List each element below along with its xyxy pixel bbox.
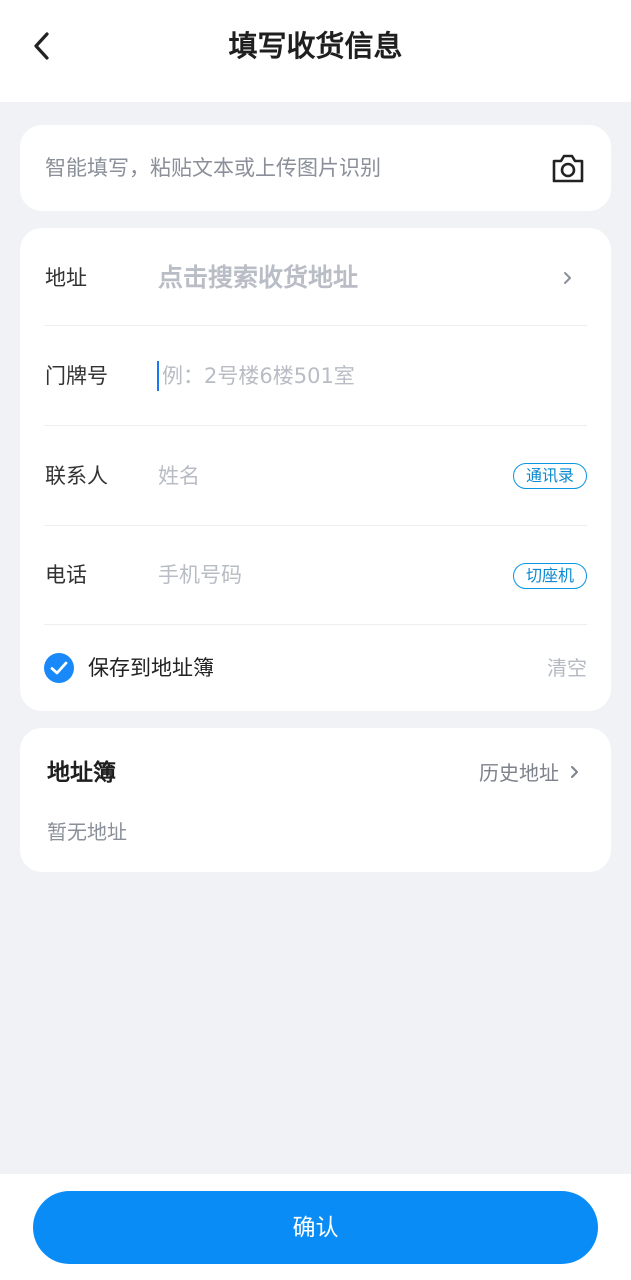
phone-label: 电话 xyxy=(45,563,87,587)
camera-icon[interactable] xyxy=(551,152,585,184)
page-title: 填写收货信息 xyxy=(228,29,403,63)
switch-landline-button[interactable]: 切座机 xyxy=(512,563,587,589)
contact-label: 联系人 xyxy=(45,464,108,488)
chevron-right-icon[interactable] xyxy=(561,266,575,290)
house-number-label: 门牌号 xyxy=(45,364,108,388)
contacts-button[interactable]: 通讯录 xyxy=(512,463,587,489)
confirm-button[interactable]: 确认 xyxy=(33,1191,598,1264)
address-book-title: 地址簿 xyxy=(47,760,116,786)
contact-name-input[interactable]: 姓名 xyxy=(158,426,200,526)
address-book-card: 地址簿 历史地址 暂无地址 xyxy=(20,728,611,872)
address-label: 地址 xyxy=(45,266,87,290)
save-checkbox-label[interactable]: 保存到地址簿 xyxy=(88,638,214,698)
checkmark-icon xyxy=(50,661,68,675)
chevron-right-icon xyxy=(571,766,578,778)
contact-row: 联系人 姓名 通讯录 xyxy=(44,426,587,526)
smart-fill-input[interactable]: 智能填写，粘贴文本或上传图片识别 xyxy=(45,125,381,211)
house-number-input[interactable]: 例：2号楼6楼501室 xyxy=(162,326,355,426)
footer-bar: 确认 xyxy=(0,1174,631,1280)
phone-row: 电话 手机号码 切座机 xyxy=(44,526,587,625)
save-to-address-book-row: 保存到地址簿 清空 xyxy=(44,638,587,698)
history-address-link[interactable]: 历史地址 xyxy=(479,754,581,792)
house-number-row: 门牌号 例：2号楼6楼501室 xyxy=(44,326,587,426)
text-cursor xyxy=(157,361,159,391)
phone-input[interactable]: 手机号码 xyxy=(158,526,242,625)
save-checkbox[interactable] xyxy=(44,653,74,683)
address-book-empty-text: 暂无地址 xyxy=(47,820,127,844)
clear-button[interactable]: 清空 xyxy=(547,638,587,698)
address-form-card: 地址 点击搜索收货地址 门牌号 例：2号楼6楼501室 联系人 姓名 通讯录 电… xyxy=(20,228,611,711)
smart-fill-card[interactable]: 智能填写，粘贴文本或上传图片识别 xyxy=(20,125,611,211)
address-search-field[interactable]: 点击搜索收货地址 xyxy=(158,228,358,328)
history-address-label: 历史地址 xyxy=(479,761,559,785)
header-bar: 填写收货信息 xyxy=(0,0,631,102)
address-row[interactable]: 地址 点击搜索收货地址 xyxy=(44,228,587,326)
